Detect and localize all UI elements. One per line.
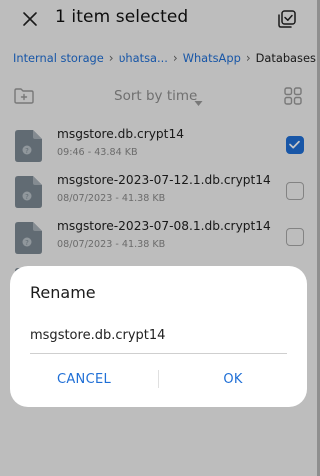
ok-button[interactable]: OK — [159, 366, 307, 392]
cancel-button[interactable]: CANCEL — [10, 366, 158, 392]
file-manager-screen: 1 item selected Internal storage › ʋhats… — [0, 0, 317, 476]
rename-dialog: Rename CANCEL OK — [10, 266, 307, 407]
rename-input[interactable] — [30, 324, 287, 354]
dialog-actions: CANCEL OK — [10, 366, 307, 392]
dialog-title: Rename — [30, 283, 96, 302]
